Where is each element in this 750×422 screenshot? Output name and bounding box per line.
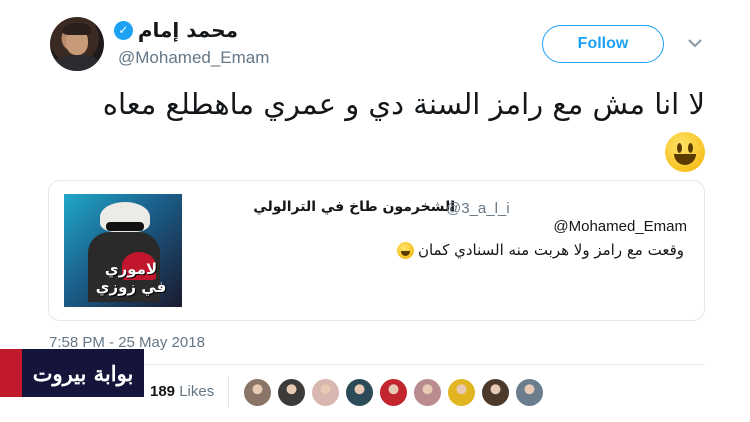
- chevron-down-icon[interactable]: [686, 32, 704, 54]
- verified-badge-icon: ✓: [113, 20, 133, 40]
- liker-avatar[interactable]: [447, 378, 476, 407]
- author-avatar[interactable]: [50, 17, 104, 71]
- emoji-eye: [677, 143, 682, 153]
- likes-label: Likes: [179, 383, 215, 400]
- quoted-mention[interactable]: @Mohamed_Emam: [553, 218, 687, 235]
- image-caption: لاموري في زوزي: [95, 260, 167, 296]
- emoji-eye: [688, 143, 693, 153]
- quoted-text: وقعت مع رامز ولا هربت منه السنادي كمان: [396, 241, 684, 259]
- liker-avatars: [243, 378, 544, 407]
- liker-avatar[interactable]: [515, 378, 544, 407]
- liker-avatar[interactable]: [277, 378, 306, 407]
- quoted-tweet[interactable]: لاموري في زوزي الشخرمون طاخ في الترالولي…: [48, 180, 705, 321]
- likes-stat[interactable]: 189 Likes: [150, 383, 214, 400]
- quoted-display-name[interactable]: الشخرمون طاخ في الترالولي: [253, 199, 455, 215]
- grinning-face-emoji-icon: [396, 241, 414, 259]
- image-sunglasses: [106, 222, 144, 231]
- liker-avatar[interactable]: [481, 378, 510, 407]
- tweet-card: محمد إمام ✓ @Mohamed_Emam Follow لا انا …: [0, 0, 750, 422]
- watermark-text: بوابة بيروت: [32, 360, 134, 386]
- liker-avatar[interactable]: [311, 378, 340, 407]
- quoted-author-row: الشخرمون طاخ في الترالولي: [253, 199, 455, 215]
- watermark-red-bar: [0, 349, 22, 397]
- quoted-text-body: وقعت مع رامز ولا هربت منه السنادي كمان: [417, 241, 684, 259]
- emoji-mouth: [674, 154, 696, 165]
- author-handle[interactable]: @Mohamed_Emam: [118, 48, 269, 68]
- liker-avatar[interactable]: [345, 378, 374, 407]
- tweet-text-body: لا انا مش مع رامز السنة دي و عمري ماهطلع…: [102, 87, 705, 121]
- quoted-handle[interactable]: @3_a_l_i: [446, 200, 510, 217]
- author-name-row[interactable]: محمد إمام ✓: [113, 18, 238, 42]
- avatar-suit: [54, 55, 100, 71]
- grinning-face-emoji-icon: [665, 132, 705, 172]
- chevron-down-icon-svg: [688, 38, 702, 47]
- divider: [48, 364, 705, 365]
- author-display-name[interactable]: محمد إمام: [138, 18, 238, 42]
- liker-avatar[interactable]: [243, 378, 272, 407]
- tweet-text: لا انا مش مع رامز السنة دي و عمري ماهطلع…: [40, 82, 705, 172]
- likes-count: 189: [150, 383, 176, 400]
- watermark-logo: بوابة بيروت: [0, 349, 144, 397]
- avatar-hair: [63, 23, 91, 35]
- liker-avatar[interactable]: [413, 378, 442, 407]
- stats-divider: [228, 377, 229, 407]
- liker-avatar[interactable]: [379, 378, 408, 407]
- quoted-tweet-image[interactable]: لاموري في زوزي: [64, 194, 182, 307]
- follow-button[interactable]: Follow: [542, 25, 664, 63]
- emoji-mouth: [400, 250, 410, 256]
